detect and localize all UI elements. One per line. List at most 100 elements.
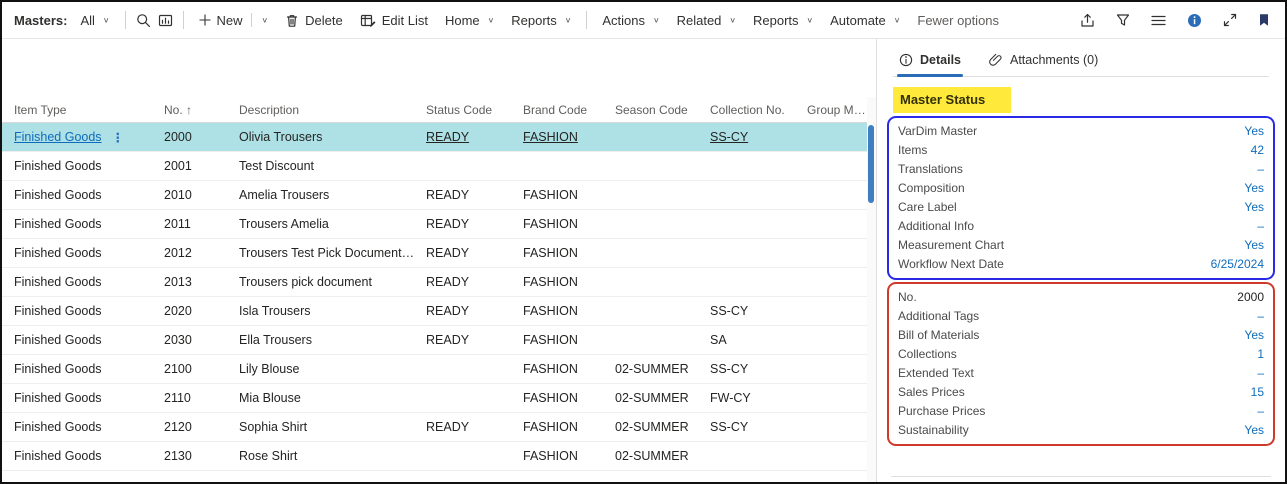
edit-list-button[interactable]: Edit List: [352, 8, 436, 33]
cell-description[interactable]: Sophia Shirt: [239, 420, 426, 434]
cell-brand-code[interactable]: FASHION: [523, 275, 615, 289]
cell-item-type[interactable]: Finished Goods: [14, 304, 102, 318]
cell-no[interactable]: 2013: [164, 275, 239, 289]
cell-no[interactable]: 2020: [164, 304, 239, 318]
cell-description[interactable]: Isla Trousers: [239, 304, 426, 318]
cell-brand-code[interactable]: FASHION: [523, 333, 615, 347]
reports-menu-2[interactable]: Reports ∨: [745, 8, 821, 33]
info-button[interactable]: [1184, 10, 1205, 31]
cell-description[interactable]: Trousers pick document: [239, 275, 426, 289]
cell-item-type[interactable]: Finished Goods: [14, 275, 102, 289]
column-header-season-code[interactable]: Season Code: [615, 103, 710, 117]
cell-item-type[interactable]: Finished Goods: [14, 130, 102, 144]
table-row[interactable]: Finished Goods ⋮ 2000 Olivia Trousers RE…: [2, 123, 876, 152]
cell-brand-code[interactable]: FASHION: [523, 391, 615, 405]
field-value[interactable]: 2000: [1237, 290, 1264, 304]
cell-description[interactable]: Ella Trousers: [239, 333, 426, 347]
delete-button[interactable]: Delete: [277, 8, 351, 33]
filter-button[interactable]: [1113, 10, 1133, 30]
field-value[interactable]: –: [1257, 219, 1264, 233]
cell-brand-code[interactable]: FASHION: [523, 130, 615, 144]
cell-description[interactable]: Mia Blouse: [239, 391, 426, 405]
field-value[interactable]: 6/25/2024: [1211, 257, 1264, 271]
cell-description[interactable]: Amelia Trousers: [239, 188, 426, 202]
cell-no[interactable]: 2011: [164, 217, 239, 231]
view-options-button[interactable]: [1148, 10, 1169, 31]
cell-season-code[interactable]: 02-SUMMER: [615, 449, 710, 463]
field-value[interactable]: –: [1257, 404, 1264, 418]
cell-description[interactable]: Trousers Amelia: [239, 217, 426, 231]
home-menu[interactable]: Home ∨: [437, 8, 502, 33]
cell-item-type[interactable]: Finished Goods: [14, 217, 102, 231]
field-value[interactable]: –: [1257, 366, 1264, 380]
scope-dropdown[interactable]: All ∨: [72, 8, 117, 33]
column-header-status-code[interactable]: Status Code: [426, 103, 523, 117]
analyze-button[interactable]: [155, 10, 176, 31]
cell-status-code[interactable]: READY: [426, 420, 523, 434]
cell-brand-code[interactable]: FASHION: [523, 420, 615, 434]
table-row[interactable]: Finished Goods ⋮ 2120 Sophia Shirt READY…: [2, 413, 876, 442]
cell-no[interactable]: 2000: [164, 130, 239, 144]
row-context-menu-icon[interactable]: ⋮: [112, 130, 126, 145]
cell-no[interactable]: 2120: [164, 420, 239, 434]
cell-no[interactable]: 2030: [164, 333, 239, 347]
cell-item-type[interactable]: Finished Goods: [14, 391, 102, 405]
table-row[interactable]: Finished Goods ⋮ 2010 Amelia Trousers RE…: [2, 181, 876, 210]
cell-collection-no[interactable]: SS-CY: [710, 130, 807, 144]
field-value[interactable]: Yes: [1244, 124, 1264, 138]
cell-brand-code[interactable]: FASHION: [523, 246, 615, 260]
column-header-collection-no[interactable]: Collection No.: [710, 103, 807, 117]
cell-status-code[interactable]: READY: [426, 333, 523, 347]
resize-button[interactable]: [1220, 10, 1240, 30]
bookmark-button[interactable]: [1255, 10, 1273, 30]
cell-brand-code[interactable]: FASHION: [523, 304, 615, 318]
field-value[interactable]: Yes: [1244, 238, 1264, 252]
field-value[interactable]: Yes: [1244, 423, 1264, 437]
field-value[interactable]: Yes: [1244, 200, 1264, 214]
cell-description[interactable]: Olivia Trousers: [239, 130, 426, 144]
table-row[interactable]: Finished Goods ⋮ 2020 Isla Trousers READ…: [2, 297, 876, 326]
cell-item-type[interactable]: Finished Goods: [14, 449, 102, 463]
table-row[interactable]: Finished Goods ⋮ 2012 Trousers Test Pick…: [2, 239, 876, 268]
cell-item-type[interactable]: Finished Goods: [14, 188, 102, 202]
cell-season-code[interactable]: 02-SUMMER: [615, 420, 710, 434]
table-row[interactable]: Finished Goods ⋮ 2110 Mia Blouse FASHION…: [2, 384, 876, 413]
share-button[interactable]: [1077, 10, 1098, 31]
actions-menu[interactable]: Actions ∨: [594, 8, 667, 33]
cell-season-code[interactable]: 02-SUMMER: [615, 391, 710, 405]
cell-status-code[interactable]: READY: [426, 275, 523, 289]
cell-item-type[interactable]: Finished Goods: [14, 420, 102, 434]
cell-item-type[interactable]: Finished Goods: [14, 159, 102, 173]
cell-status-code[interactable]: READY: [426, 188, 523, 202]
cell-collection-no[interactable]: SA: [710, 333, 807, 347]
field-value[interactable]: Yes: [1244, 328, 1264, 342]
tab-attachments[interactable]: Attachments (0): [989, 53, 1098, 67]
field-value[interactable]: 42: [1251, 143, 1264, 157]
cell-no[interactable]: 2130: [164, 449, 239, 463]
cell-brand-code[interactable]: FASHION: [523, 217, 615, 231]
cell-description[interactable]: Trousers Test Pick Document/I...: [239, 246, 426, 260]
table-row[interactable]: Finished Goods ⋮ 2001 Test Discount: [2, 152, 876, 181]
new-button[interactable]: New ∨: [191, 8, 277, 33]
cell-item-type[interactable]: Finished Goods: [14, 333, 102, 347]
search-button[interactable]: [133, 10, 154, 31]
cell-brand-code[interactable]: FASHION: [523, 449, 615, 463]
cell-description[interactable]: Rose Shirt: [239, 449, 426, 463]
cell-season-code[interactable]: 02-SUMMER: [615, 362, 710, 376]
automate-menu[interactable]: Automate ∨: [822, 8, 908, 33]
cell-item-type[interactable]: Finished Goods: [14, 362, 102, 376]
field-value[interactable]: –: [1257, 309, 1264, 323]
cell-status-code[interactable]: READY: [426, 130, 523, 144]
scrollbar-thumb[interactable]: [868, 125, 874, 203]
cell-item-type[interactable]: Finished Goods: [14, 246, 102, 260]
cell-collection-no[interactable]: SS-CY: [710, 420, 807, 434]
cell-status-code[interactable]: READY: [426, 246, 523, 260]
field-value[interactable]: Yes: [1244, 181, 1264, 195]
column-header-group-master[interactable]: Group Master: [807, 103, 876, 117]
table-row[interactable]: Finished Goods ⋮ 2011 Trousers Amelia RE…: [2, 210, 876, 239]
vertical-scrollbar[interactable]: [867, 97, 876, 482]
table-row[interactable]: Finished Goods ⋮ 2013 Trousers pick docu…: [2, 268, 876, 297]
table-row[interactable]: Finished Goods ⋮ 2030 Ella Trousers READ…: [2, 326, 876, 355]
cell-no[interactable]: 2001: [164, 159, 239, 173]
column-header-description[interactable]: Description: [239, 103, 426, 117]
